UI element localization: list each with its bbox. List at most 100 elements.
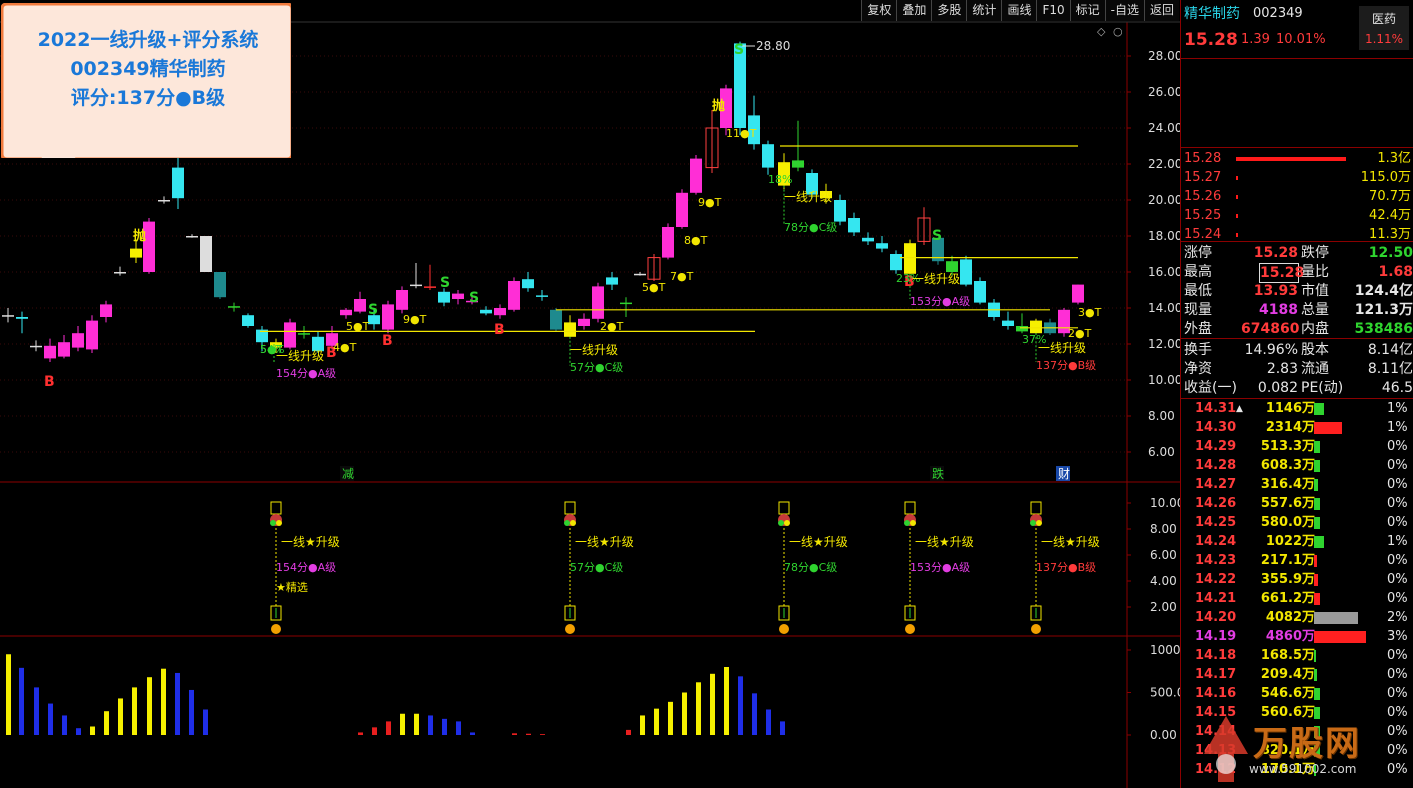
volume-bar [512,733,517,735]
sub2-tick-label: 500.0 [1150,686,1180,700]
volume-bar [6,654,11,735]
s-signal-label: S [734,42,744,58]
bubble-text: 2022一线升级+评分系统 002349精华制药 评分:137分●B级 [3,26,293,113]
volume-bar [738,676,743,735]
stat-label: 现量 [1184,302,1212,318]
restore-right-button[interactable]: 复权 [861,0,897,21]
dist-volume: 661.2万 [1260,591,1315,606]
volume-bar [358,732,363,735]
bid-price: 15.25 [1184,208,1222,223]
stat-label: 流通 [1301,361,1329,377]
dist-row: 14.27 316.4万 0% [1181,476,1413,494]
dist-bar [1314,441,1320,453]
dist-volume: 4860万 [1265,629,1315,644]
sub1-score: 153分●A级 [910,561,970,574]
candle-body [44,345,56,359]
f10-button[interactable]: F10 [1036,0,1070,21]
stat-label: 市值 [1301,283,1329,299]
overlay-button[interactable]: 叠加 [896,0,932,21]
dist-pct: 0% [1387,477,1408,492]
volume-bar [118,698,123,735]
candle-body [606,277,618,285]
t-signal-label: 5●T [642,281,666,294]
s-signal-label: S [932,228,942,244]
dist-bar [1314,631,1366,643]
yixian-label: 一线升级 [784,190,832,204]
dist-pct: 1% [1387,534,1408,549]
divider [1181,147,1413,148]
traffic-light-icon [910,520,916,526]
dist-row: 14.20 4082万 2% [1181,609,1413,627]
dist-volume: 546.6万 [1260,686,1315,701]
score-label: 137分●B级 [1036,359,1096,372]
bid-bar [1236,214,1238,218]
volume-bar [668,701,673,735]
candle-body [564,322,576,337]
candle-body [242,315,254,326]
dist-volume: 1146万 [1265,401,1315,416]
stat-label: PE(动) [1301,380,1344,396]
stat-label: 内盘 [1301,321,1329,337]
event-marker: 财 [1058,467,1070,481]
statistics-button[interactable]: 统计 [966,0,1002,21]
signal-box [904,501,916,515]
watermark-logo: 万股网 www.591002.com [1191,712,1406,788]
price-tick-label: 20.00 [1148,193,1180,207]
dist-pct: 1% [1387,401,1408,416]
bid-row: 15.28 1.3亿 [1181,150,1413,168]
yixian-label: 一线升级 [570,343,618,357]
dist-price: 14.30 [1195,420,1237,435]
dist-price: 14.17 [1195,667,1237,682]
dist-bar [1314,403,1324,415]
dist-bar [1314,498,1320,510]
remove-watchlist-button[interactable]: -自选 [1104,0,1144,21]
candle-body [578,318,590,326]
stat-label: 最低 [1184,283,1212,299]
dist-volume: 168.5万 [1260,648,1315,663]
multi-stock-button[interactable]: 多股 [931,0,967,21]
back-button[interactable]: 返回 [1143,0,1179,21]
price-tick-label: 12.00 [1148,337,1180,351]
dist-row: 14.24 1022万 1% [1181,533,1413,551]
volume-bar [470,732,475,735]
dist-volume: 209.4万 [1260,667,1315,682]
stat-value: 1.68 [1378,264,1413,280]
b-signal-label: B [494,322,505,338]
sub1-jingxuan: ★精选 [276,581,308,594]
mark-button[interactable]: 标记 [1069,0,1105,21]
dist-pct: 0% [1387,553,1408,568]
traffic-light-icon [564,520,570,526]
candle-body [904,243,916,274]
stat-row: 收益(一) 0.082 PE(动) 46.5 [1181,379,1413,397]
candle-body [974,281,986,303]
volume-bar [76,728,81,735]
price-tick-label: 8.00 [1148,409,1175,423]
volume-bar [175,672,180,735]
volume-bar [189,689,194,735]
price-tick-label: 18.00 [1148,229,1180,243]
bid-volume: 42.4万 [1369,208,1411,223]
bid-bar [1236,195,1238,199]
b-signal-label: B [382,333,393,349]
stat-value: 14.96% [1244,342,1298,358]
volume-bar [400,713,405,735]
dist-pct: 0% [1387,572,1408,587]
price-tick-label: 6.00 [1148,445,1175,459]
stat-row: 最低 13.93 市值 124.4亿 [1181,282,1413,300]
candle-body [382,304,394,330]
dist-bar [1314,574,1318,586]
dist-price: 14.31 [1195,401,1237,416]
volume-bar [147,677,152,735]
dist-bar [1314,669,1317,681]
stat-value: 4188 [1259,302,1298,318]
candle-body [662,227,674,258]
diamond-icon: ◇ [1097,25,1106,38]
dist-volume: 316.4万 [1260,477,1315,492]
dist-price: 14.26 [1195,496,1237,511]
stat-row: 现量 4188 总量 121.3万 [1181,301,1413,319]
dist-pct: 0% [1387,591,1408,606]
draw-line-button[interactable]: 画线 [1001,0,1037,21]
dist-pct: 0% [1387,496,1408,511]
dist-row: 14.26 557.6万 0% [1181,495,1413,513]
divider [1181,241,1413,242]
